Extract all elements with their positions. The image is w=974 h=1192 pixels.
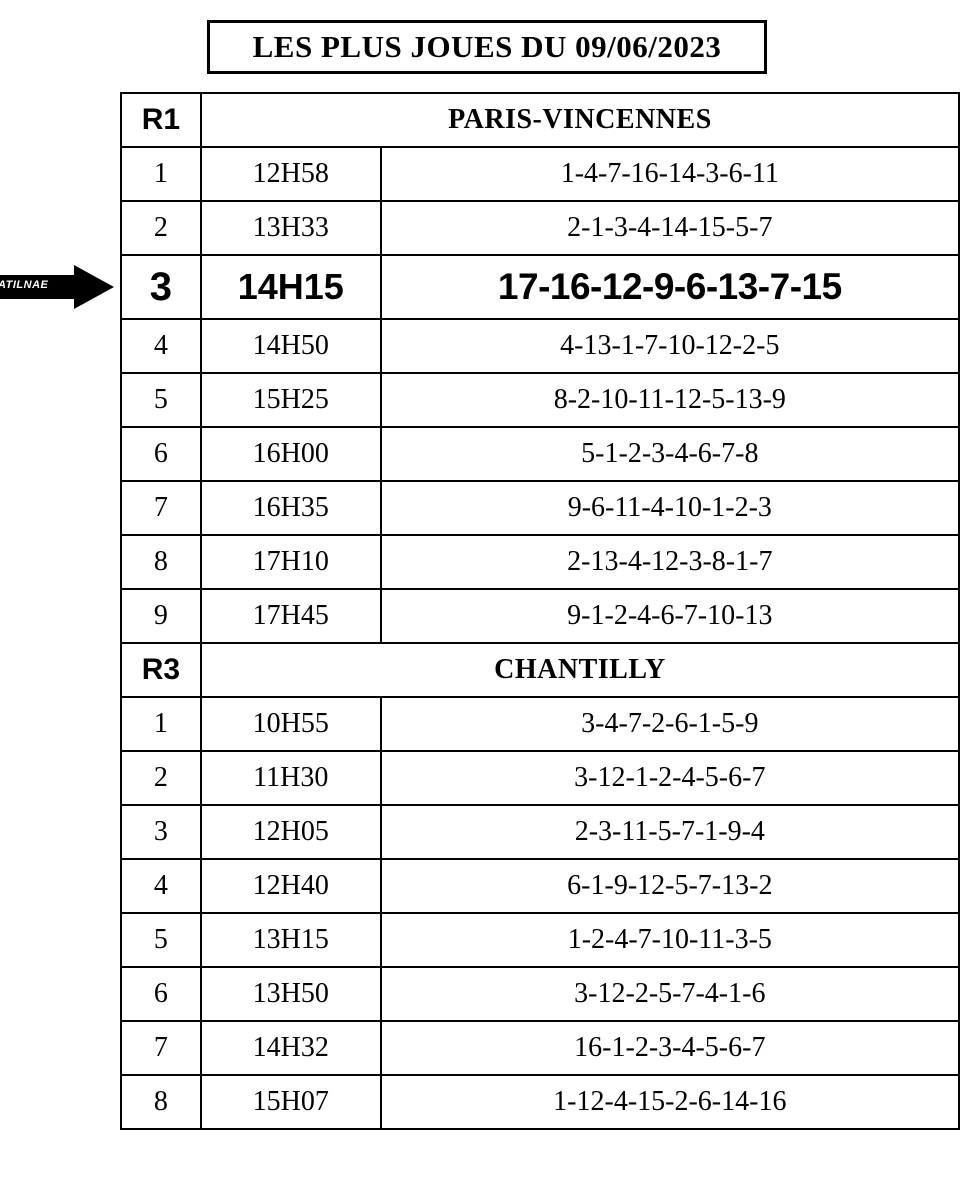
race-number: 9	[121, 589, 201, 643]
race-row: 817H102-13-4-12-3-8-1-7	[121, 535, 959, 589]
race-number: 6	[121, 427, 201, 481]
race-time: 15H25	[201, 373, 381, 427]
title-box: LES PLUS JOUES DU 09/06/2023	[207, 20, 767, 74]
race-numbers: 1-12-4-15-2-6-14-16	[381, 1075, 959, 1129]
race-time: 17H10	[201, 535, 381, 589]
race-row: 714H3216-1-2-3-4-5-6-7	[121, 1021, 959, 1075]
featured-arrow-icon: ATILNAE	[0, 265, 114, 309]
race-row: 515H258-2-10-11-12-5-13-9	[121, 373, 959, 427]
race-row: 211H303-12-1-2-4-5-6-7	[121, 751, 959, 805]
race-number: 7	[121, 1021, 201, 1075]
race-time: 12H05	[201, 805, 381, 859]
race-row: 917H459-1-2-4-6-7-10-13	[121, 589, 959, 643]
race-number: 3	[121, 805, 201, 859]
page-title: LES PLUS JOUES DU 09/06/2023	[253, 29, 722, 64]
race-time: 16H00	[201, 427, 381, 481]
race-time: 16H35	[201, 481, 381, 535]
race-time: 13H50	[201, 967, 381, 1021]
race-number: 7	[121, 481, 201, 535]
race-time: 10H55	[201, 697, 381, 751]
race-numbers: 1-4-7-16-14-3-6-11	[381, 147, 959, 201]
race-numbers: 3-4-7-2-6-1-5-9	[381, 697, 959, 751]
race-number: 2	[121, 201, 201, 255]
race-number: 5	[121, 913, 201, 967]
race-number: 4	[121, 859, 201, 913]
race-numbers: 2-3-11-5-7-1-9-4	[381, 805, 959, 859]
race-numbers: 8-2-10-11-12-5-13-9	[381, 373, 959, 427]
race-number: 4	[121, 319, 201, 373]
race-numbers: 2-13-4-12-3-8-1-7	[381, 535, 959, 589]
race-number: 1	[121, 697, 201, 751]
arrow-label: ATILNAE	[0, 279, 48, 291]
race-numbers: 17-16-12-9-6-13-7-15	[381, 255, 959, 319]
meeting-name: CHANTILLY	[201, 643, 959, 697]
race-numbers: 3-12-2-5-7-4-1-6	[381, 967, 959, 1021]
race-numbers: 1-2-4-7-10-11-3-5	[381, 913, 959, 967]
race-row: 613H503-12-2-5-7-4-1-6	[121, 967, 959, 1021]
race-number: 3	[121, 255, 201, 319]
race-row: 213H332-1-3-4-14-15-5-7	[121, 201, 959, 255]
meeting-name: PARIS-VINCENNES	[201, 93, 959, 147]
race-time: 15H07	[201, 1075, 381, 1129]
race-number: 1	[121, 147, 201, 201]
race-numbers: 2-1-3-4-14-15-5-7	[381, 201, 959, 255]
race-time: 11H30	[201, 751, 381, 805]
races-table: R1PARIS-VINCENNES112H581-4-7-16-14-3-6-1…	[120, 92, 960, 1130]
race-time: 13H33	[201, 201, 381, 255]
race-row: 112H581-4-7-16-14-3-6-11	[121, 147, 959, 201]
race-numbers: 5-1-2-3-4-6-7-8	[381, 427, 959, 481]
race-row: 513H151-2-4-7-10-11-3-5	[121, 913, 959, 967]
race-number: 2	[121, 751, 201, 805]
meeting-header-row: R1PARIS-VINCENNES	[121, 93, 959, 147]
race-row: 312H052-3-11-5-7-1-9-4	[121, 805, 959, 859]
meeting-header-row: R3CHANTILLY	[121, 643, 959, 697]
race-time: 14H32	[201, 1021, 381, 1075]
page-container: LES PLUS JOUES DU 09/06/2023 ATILNAE R1P…	[0, 20, 974, 1130]
meeting-id: R1	[121, 93, 201, 147]
race-row: 110H553-4-7-2-6-1-5-9	[121, 697, 959, 751]
race-time: 12H58	[201, 147, 381, 201]
race-row: 314H1517-16-12-9-6-13-7-15	[121, 255, 959, 319]
race-numbers: 4-13-1-7-10-12-2-5	[381, 319, 959, 373]
race-numbers: 3-12-1-2-4-5-6-7	[381, 751, 959, 805]
race-number: 6	[121, 967, 201, 1021]
race-row: 412H406-1-9-12-5-7-13-2	[121, 859, 959, 913]
race-number: 8	[121, 1075, 201, 1129]
meeting-id: R3	[121, 643, 201, 697]
race-time: 17H45	[201, 589, 381, 643]
race-numbers: 16-1-2-3-4-5-6-7	[381, 1021, 959, 1075]
race-time: 13H15	[201, 913, 381, 967]
race-numbers: 6-1-9-12-5-7-13-2	[381, 859, 959, 913]
race-number: 8	[121, 535, 201, 589]
race-time: 12H40	[201, 859, 381, 913]
race-number: 5	[121, 373, 201, 427]
race-row: 616H005-1-2-3-4-6-7-8	[121, 427, 959, 481]
race-time: 14H50	[201, 319, 381, 373]
race-time: 14H15	[201, 255, 381, 319]
race-numbers: 9-1-2-4-6-7-10-13	[381, 589, 959, 643]
race-row: 815H071-12-4-15-2-6-14-16	[121, 1075, 959, 1129]
race-numbers: 9-6-11-4-10-1-2-3	[381, 481, 959, 535]
race-row: 716H359-6-11-4-10-1-2-3	[121, 481, 959, 535]
race-row: 414H504-13-1-7-10-12-2-5	[121, 319, 959, 373]
